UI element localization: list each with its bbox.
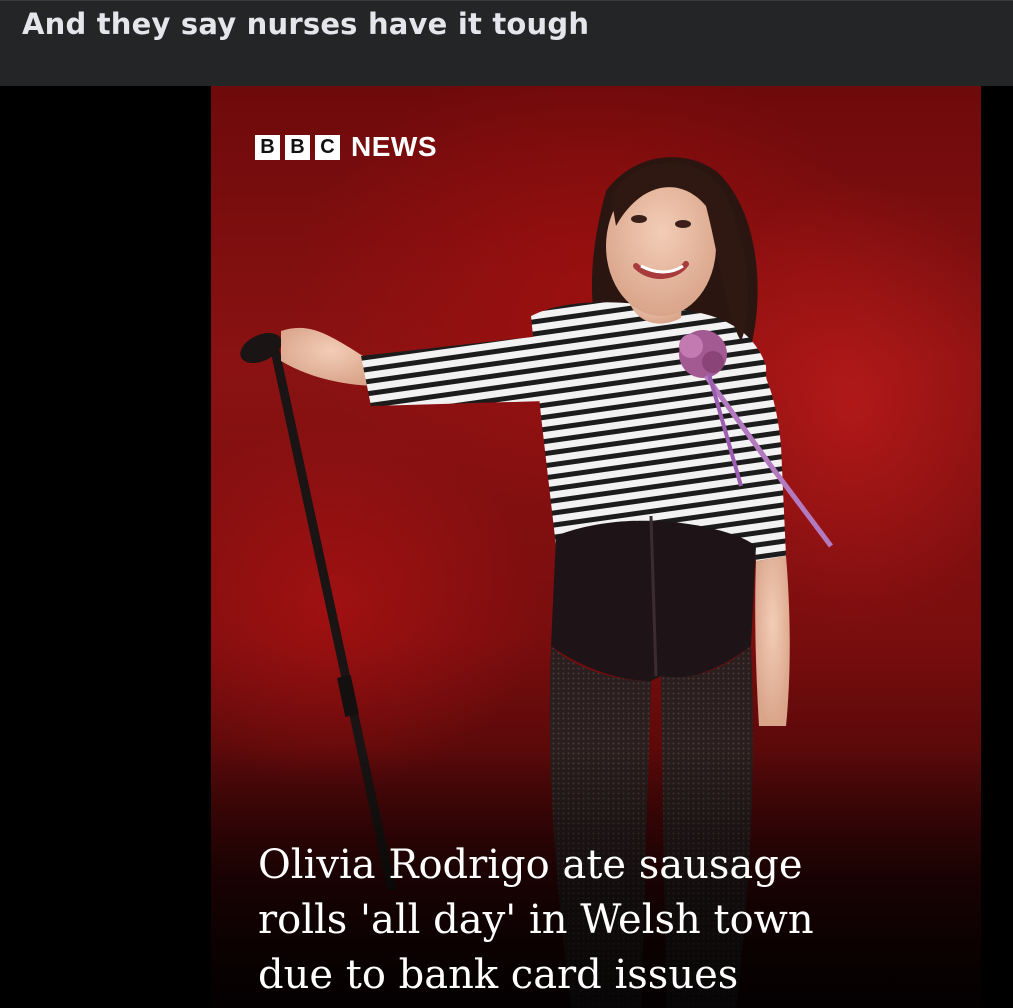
bbc-logo-block: C bbox=[315, 134, 340, 160]
headline-line: Olivia Rodrigo ate sausage bbox=[258, 842, 803, 888]
bbc-news-wordmark: NEWS bbox=[351, 131, 437, 162]
bbc-news-logo: B B C NEWS bbox=[255, 131, 437, 163]
headline-line: due to bank card issues bbox=[258, 952, 739, 998]
post-caption: And they say nurses have it tough bbox=[22, 7, 590, 41]
headline-line: rolls 'all day' in Welsh town bbox=[258, 897, 814, 943]
bbc-logo-block: B bbox=[255, 134, 280, 160]
post-header: And they say nurses have it tough bbox=[0, 0, 1013, 86]
post-media[interactable]: B B C NEWS Olivia Rodrigo ate sausage ro… bbox=[0, 86, 1013, 1008]
bbc-logo-block: B bbox=[285, 134, 310, 160]
news-image-card[interactable]: B B C NEWS Olivia Rodrigo ate sausage ro… bbox=[211, 86, 981, 1008]
news-headline: Olivia Rodrigo ate sausage rolls 'all da… bbox=[258, 838, 958, 1003]
